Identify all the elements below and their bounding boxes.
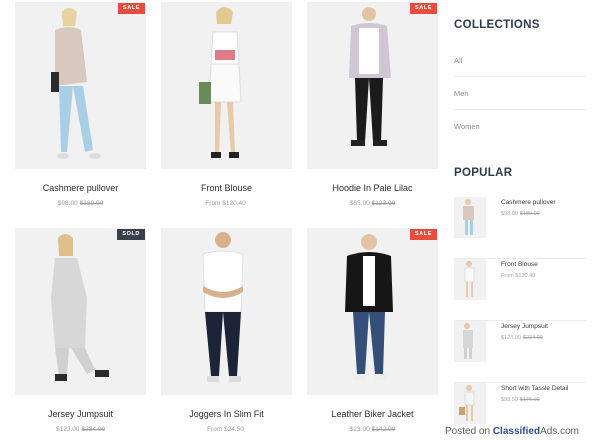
collection-link-women[interactable]: Women [454, 110, 586, 143]
product-price: $23.00 $142.00 [307, 425, 438, 435]
product-price: $65.00 $123.00 [307, 199, 438, 209]
product-name[interactable]: Hoodie In Pale Lilac [307, 182, 438, 194]
product-card[interactable]: Front Blouse From $120.40 [161, 2, 292, 209]
sold-badge: SOLD [117, 229, 145, 240]
product-grid: SALE Cashmere pullover $98.00 $189.00 Fro… [15, 2, 440, 440]
popular-item-price: $98.50 $176.00 [501, 397, 540, 403]
popular-item-price: $123.00 $234.00 [501, 335, 543, 341]
popular-thumbnail[interactable] [454, 259, 486, 300]
product-image[interactable] [161, 228, 292, 395]
sale-badge: SALE [409, 229, 437, 240]
current-price: From $120.40 [205, 200, 246, 207]
popular-item-name[interactable]: Short with Tassle Detail [501, 385, 568, 392]
popular-thumbnail[interactable] [454, 321, 486, 362]
product-name[interactable]: Joggers In Slim Fit [161, 408, 292, 420]
watermark-prefix: Posted on [445, 426, 493, 437]
old-price: $189.00 [519, 211, 540, 217]
sale-badge: SALE [409, 3, 437, 14]
current-price: $65.00 [349, 200, 370, 207]
product-name[interactable]: Cashmere pullover [15, 182, 146, 194]
old-price: $234.00 [522, 335, 543, 341]
old-price: $234.00 [81, 426, 106, 433]
product-image[interactable] [161, 2, 292, 169]
product-name[interactable]: Leather Biker Jacket [307, 408, 438, 420]
popular-item-price: $98.00 $189.00 [501, 211, 540, 217]
collection-link-all[interactable]: All [454, 44, 586, 77]
current-price: $98.00 [501, 211, 518, 217]
current-price: $23.00 [349, 426, 370, 433]
current-price: $123.00 [501, 335, 521, 341]
old-price: $142.00 [371, 426, 396, 433]
product-card[interactable]: SOLD Jersey Jumpsuit $123.00 $234.00 [15, 228, 146, 435]
product-card[interactable]: SALE Hoodie In Pale Lilac $65.00 $123.00 [307, 2, 438, 209]
product-price: $98.00 $189.00 [15, 199, 146, 209]
popular-item[interactable]: Jersey Jumpsuit $123.00 $234.00 [454, 321, 586, 383]
sidebar: COLLECTIONS All Men Women POPULAR Cashme… [454, 0, 600, 440]
popular-item[interactable]: Front Blouse From $120.40 [454, 259, 586, 321]
product-image[interactable]: SALE [15, 2, 146, 169]
product-image[interactable]: SALE [307, 2, 438, 169]
popular-thumbnail[interactable] [454, 383, 486, 424]
watermark-brand: Classified [492, 426, 541, 437]
popular-item-name[interactable]: Cashmere pullover [501, 199, 556, 206]
product-name[interactable]: Front Blouse [161, 182, 292, 194]
popular-item-name[interactable]: Front Blouse [501, 261, 538, 268]
product-price: From $24.50 [161, 425, 292, 435]
current-price: $98.00 [57, 200, 78, 207]
collection-link-men[interactable]: Men [454, 77, 586, 110]
product-image[interactable]: SALE [307, 228, 438, 395]
watermark-suffix: Ads.com [540, 426, 579, 437]
sale-badge: SALE [117, 3, 145, 14]
product-price: $123.00 $234.00 [15, 425, 146, 435]
product-card[interactable]: Joggers In Slim Fit From $24.50 [161, 228, 292, 435]
popular-thumbnail[interactable] [454, 197, 486, 238]
popular-item-name[interactable]: Jersey Jumpsuit [501, 323, 548, 330]
watermark: Posted on ClassifiedAds.com [424, 424, 600, 440]
current-price: From $120.40 [501, 273, 536, 279]
product-price: From $120.40 [161, 199, 292, 209]
old-price: $176.00 [519, 397, 540, 403]
product-card[interactable]: SALE Cashmere pullover $98.00 $189.00 [15, 2, 146, 209]
product-image[interactable]: SOLD [15, 228, 146, 395]
current-price: $98.50 [501, 397, 518, 403]
current-price: From $24.50 [207, 426, 244, 433]
old-price: $189.00 [79, 200, 104, 207]
old-price: $123.00 [371, 200, 396, 207]
popular-heading: POPULAR [454, 167, 513, 179]
collections-heading: COLLECTIONS [454, 19, 540, 31]
popular-item-price: From $120.40 [501, 273, 537, 279]
current-price: $123.00 [56, 426, 80, 433]
product-card[interactable]: SALE Leather Biker Jacket $23.00 $142.00 [307, 228, 438, 435]
popular-item[interactable]: Cashmere pullover $98.00 $189.00 [454, 197, 586, 259]
product-name[interactable]: Jersey Jumpsuit [15, 408, 146, 420]
